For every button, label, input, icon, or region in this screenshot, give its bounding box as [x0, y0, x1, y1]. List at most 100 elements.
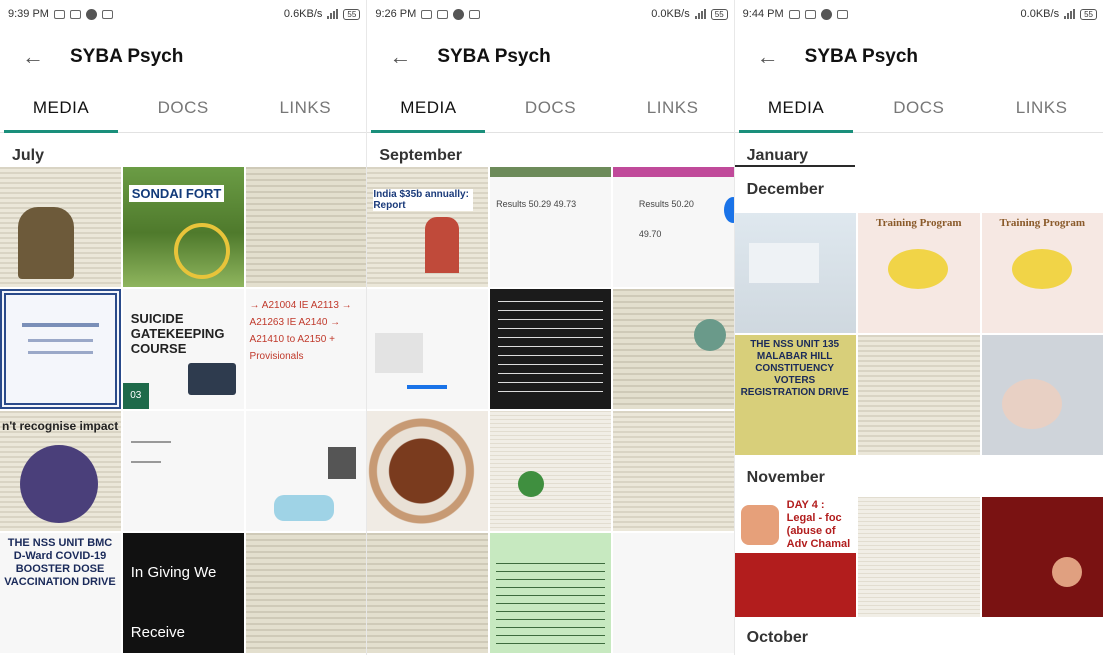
media-thumbnail[interactable]: [0, 289, 121, 409]
tab-docs[interactable]: DOCS: [857, 86, 980, 132]
section-header-month: October: [746, 629, 808, 646]
media-thumbnail[interactable]: [612, 533, 734, 653]
media-grid: India $35b annually: Report Results 50.2…: [367, 167, 734, 653]
section-header-month: July: [12, 147, 45, 164]
tab-links[interactable]: LINKS: [244, 86, 366, 132]
thumbnail-text: n't recognise impact of: [2, 419, 121, 433]
media-thumbnail[interactable]: [490, 289, 611, 409]
media-thumbnail[interactable]: [612, 411, 734, 531]
section-header-month: September: [379, 147, 463, 164]
status-bar: 9:39 PM 0.6KB/s 55: [0, 0, 366, 28]
chrome-icon: [453, 8, 465, 20]
status-time: 9:39 PM: [8, 8, 49, 20]
tab-media[interactable]: MEDIA: [0, 86, 122, 133]
thumbnail-text: SUICIDE GATEKEEPING COURSE: [130, 311, 225, 356]
signal-icon: [327, 9, 339, 19]
media-thumbnail[interactable]: [245, 411, 367, 531]
app-bar: ← SYBA Psych: [735, 28, 1103, 86]
media-thumbnail[interactable]: [367, 411, 489, 531]
media-thumbnail[interactable]: [981, 335, 1103, 455]
message-icon: [788, 9, 800, 19]
gmail-icon: [804, 9, 816, 19]
thumbnail-text: → A21004 IE A2113 → A21263 IE A2140 → A2…: [249, 300, 352, 362]
media-thumbnail[interactable]: [858, 497, 980, 617]
media-thumbnail[interactable]: [367, 533, 489, 653]
screen-3: 9:44 PM 0.0KB/s 55 ← SYBA Psych MEDIA DO…: [734, 0, 1103, 655]
media-thumbnail[interactable]: SUICIDE GATEKEEPING COURSE 03: [122, 289, 244, 409]
media-thumbnail[interactable]: [981, 497, 1103, 617]
media-thumbnail[interactable]: [245, 533, 367, 653]
signal-icon: [694, 9, 706, 19]
media-grid: Training Program Training Program THE NS…: [734, 213, 1103, 455]
status-bar: 9:44 PM 0.0KB/s 55: [735, 0, 1103, 28]
message-icon: [437, 9, 449, 19]
media-thumbnail[interactable]: [245, 167, 367, 287]
media-thumbnail[interactable]: [612, 289, 734, 409]
thumbnail-text: DAY 4 : Legal - foc (abuse of Adv Chamal: [786, 499, 851, 550]
signal-icon: [1064, 9, 1076, 19]
section-header-month: November: [746, 469, 825, 486]
tab-links[interactable]: LINKS: [612, 86, 734, 132]
media-thumbnail[interactable]: Results 50.29 49.73: [490, 167, 611, 287]
back-arrow-icon[interactable]: ←: [389, 44, 413, 70]
media-thumbnail[interactable]: [490, 411, 611, 531]
battery-level: 55: [710, 8, 728, 20]
media-thumbnail[interactable]: [490, 533, 611, 653]
tab-docs[interactable]: DOCS: [489, 86, 611, 132]
back-arrow-icon[interactable]: ←: [22, 44, 46, 70]
screens-container: 9:39 PM 0.6KB/s 55 ← SYBA Psych MEDIA DO…: [0, 0, 1103, 655]
screen-2: 9:26 PM 0.0KB/s 55 ← SYBA Psych MEDIA DO…: [367, 0, 735, 655]
media-thumbnail[interactable]: THE NSS UNIT 135 MALABAR HILL CONSTITUEN…: [734, 335, 857, 455]
network-speed: 0.0KB/s: [1020, 8, 1060, 20]
thumbnail-text: Results 50.29 49.73: [496, 199, 577, 209]
media-thumbnail[interactable]: [734, 213, 857, 333]
tab-media[interactable]: MEDIA: [735, 86, 858, 133]
tab-bar: MEDIA DOCS LINKS: [734, 86, 1103, 133]
media-thumbnail[interactable]: [0, 167, 121, 287]
tab-docs[interactable]: DOCS: [122, 86, 244, 132]
status-time: 9:44 PM: [742, 8, 784, 20]
chat-icon: [469, 9, 481, 19]
thumbnail-text: Training Program: [999, 217, 1085, 229]
gmail-icon: [421, 9, 433, 19]
chat-title: SYBA Psych: [70, 46, 184, 67]
thumbnail-text: THE NSS UNIT 135 MALABAR HILL CONSTITUEN…: [740, 339, 849, 398]
app-bar: ← SYBA Psych: [367, 28, 733, 86]
chrome-icon: [85, 8, 97, 20]
media-thumbnail[interactable]: [367, 289, 489, 409]
screen-1: 9:39 PM 0.6KB/s 55 ← SYBA Psych MEDIA DO…: [0, 0, 368, 655]
media-grid: SONDAI FORT SUICIDE GATEKEEPING COURSE 03…: [0, 167, 367, 653]
thumbnail-text: In Giving We Receive: [130, 564, 217, 641]
media-thumbnail[interactable]: India $35b annually: Report: [367, 167, 489, 287]
section-header-month: January: [746, 147, 809, 164]
media-grid: DAY 4 : Legal - foc (abuse of Adv Chamal: [734, 497, 1103, 617]
thumbnail-text: India $35b annually: Report: [373, 189, 474, 211]
tab-links[interactable]: LINKS: [980, 86, 1103, 132]
media-thumbnail[interactable]: In Giving We Receive: [122, 533, 244, 653]
thumbnail-text: Training Program: [876, 217, 962, 229]
back-arrow-icon[interactable]: ←: [757, 44, 781, 70]
tab-media[interactable]: MEDIA: [367, 86, 489, 133]
thumbnail-text: THE NSS UNIT BMC D-Ward COVID-19 BOOSTER…: [4, 537, 116, 588]
media-thumbnail[interactable]: → A21004 IE A2113 → A21263 IE A2140 → A2…: [245, 289, 367, 409]
media-thumbnail[interactable]: Training Program: [981, 213, 1103, 333]
tab-bar: MEDIA DOCS LINKS: [367, 86, 734, 133]
media-thumbnail[interactable]: DAY 4 : Legal - foc (abuse of Adv Chamal: [734, 497, 857, 617]
battery-level: 55: [1080, 8, 1097, 20]
status-time: 9:26 PM: [375, 8, 417, 20]
media-thumbnail[interactable]: n't recognise impact of: [0, 411, 121, 531]
thumbnail-text: SONDAI FORT: [128, 185, 225, 202]
section-header-month: December: [746, 181, 825, 198]
media-thumbnail[interactable]: [858, 335, 980, 455]
chrome-icon: [820, 8, 832, 20]
media-thumbnail[interactable]: SONDAI FORT: [122, 167, 244, 287]
status-bar: 9:26 PM 0.0KB/s 55: [367, 0, 733, 28]
media-thumbnail[interactable]: [122, 411, 244, 531]
network-speed: 0.0KB/s: [651, 8, 690, 20]
media-thumbnail[interactable]: Results 50.20 49.70: [612, 167, 734, 287]
battery-level: 55: [343, 8, 361, 20]
chat-title: SYBA Psych: [804, 46, 918, 67]
tab-bar: MEDIA DOCS LINKS: [0, 86, 367, 133]
media-thumbnail[interactable]: THE NSS UNIT BMC D-Ward COVID-19 BOOSTER…: [0, 533, 121, 653]
media-thumbnail[interactable]: Training Program: [858, 213, 980, 333]
